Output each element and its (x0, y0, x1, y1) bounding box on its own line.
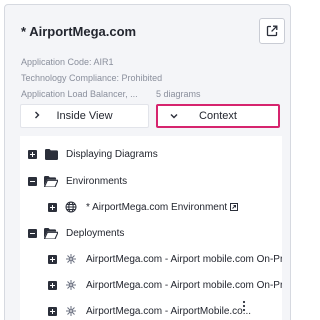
tree-node-label: AirportMega.com - Airport mobile.com On-… (86, 279, 282, 291)
tree-node-deployment[interactable]: AirportMega.com - AirportMobile.co... (48, 302, 251, 320)
expand-icon[interactable] (48, 280, 57, 290)
deployment-icon (64, 279, 78, 291)
tree-node-label: * AirportMega.com Environment (86, 201, 228, 213)
technology-compliance: Technology Compliance: Prohibited (21, 73, 163, 83)
context-button[interactable]: Context (156, 104, 280, 128)
tree-node-displaying-diagrams[interactable]: Displaying Diagrams (28, 145, 158, 163)
tree-node-label: Environments (66, 175, 128, 187)
application-card: * AirportMega.com Application Code: AIR1… (4, 4, 291, 320)
open-external-icon (266, 25, 278, 37)
expand-icon[interactable] (48, 254, 57, 264)
application-load-balancer: Application Load Balancer, ... 5 diagram… (21, 89, 201, 99)
tree-node-label: Deployments (66, 227, 125, 239)
collapse-icon[interactable] (28, 228, 37, 238)
tree-node-deployment[interactable]: AirportMega.com - Airport mobile.com On-… (48, 250, 282, 268)
tree-node-label: AirportMega.com - AirportMobile.co... (86, 305, 252, 317)
tree-node-deployments[interactable]: Deployments (28, 224, 124, 242)
tree-node-label: AirportMega.com - Airport mobile.com On-… (86, 253, 282, 265)
more-options-icon[interactable] (241, 300, 247, 312)
application-code: Application Code: AIR1 (21, 57, 114, 67)
tree-node-label: Displaying Diagrams (66, 148, 158, 160)
diagram-count: 5 diagrams (156, 89, 201, 99)
deployment-icon (64, 253, 78, 265)
context-label: Context (199, 110, 237, 122)
load-balancer-label: Application Load Balancer, ... (21, 89, 138, 99)
folder-open-icon (44, 175, 58, 187)
inside-view-button[interactable]: Inside View (20, 104, 149, 128)
inside-view-label: Inside View (56, 110, 113, 122)
view-toggle: Inside View Context (20, 104, 282, 130)
collapse-icon[interactable] (28, 176, 37, 186)
external-link-icon[interactable] (230, 203, 239, 211)
tree-node-environments[interactable]: Environments (28, 172, 127, 190)
expand-icon[interactable] (48, 202, 57, 212)
folder-icon (44, 148, 58, 160)
context-tree: Displaying Diagrams Environments * Airpo… (20, 136, 282, 320)
deployment-icon (64, 305, 78, 317)
tree-node-environment-item[interactable]: * AirportMega.com Environment (48, 198, 239, 216)
globe-icon (64, 201, 78, 213)
card-title: * AirportMega.com (21, 24, 137, 39)
tree-node-deployment[interactable]: AirportMega.com - Airport mobile.com On-… (48, 276, 282, 294)
expand-icon[interactable] (48, 306, 57, 316)
expand-icon[interactable] (28, 149, 37, 159)
open-external-button[interactable] (259, 18, 285, 44)
folder-open-icon (44, 227, 58, 239)
